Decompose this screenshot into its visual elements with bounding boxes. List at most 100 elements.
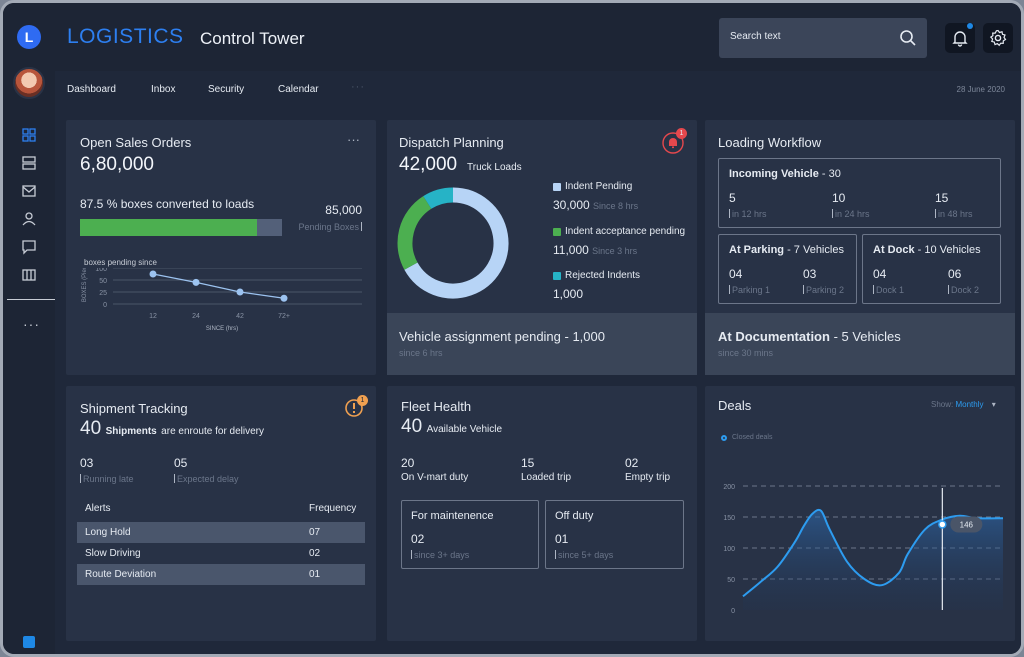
alert-frequency: 02 bbox=[309, 548, 321, 559]
tab-inbox[interactable]: Inbox bbox=[151, 84, 175, 95]
label-marker bbox=[411, 550, 412, 559]
legend-value-wrap: 11,000 Since 3 hrs bbox=[553, 243, 637, 257]
label-marker bbox=[935, 209, 936, 218]
chart-title: boxes pending since bbox=[84, 258, 157, 267]
bell-icon bbox=[952, 31, 968, 47]
columns-icon[interactable] bbox=[21, 267, 37, 283]
incoming-label: Incoming Vehicle bbox=[729, 168, 819, 180]
data-point bbox=[149, 270, 157, 278]
alert-label: Route Deviation bbox=[85, 569, 157, 580]
card-title: Dispatch Planning bbox=[399, 135, 504, 150]
more-menu-button[interactable]: ··· bbox=[347, 132, 360, 147]
vehicle-assignment-sub: since 6 hrs bbox=[399, 348, 443, 358]
tab-dashboard[interactable]: Dashboard bbox=[67, 84, 116, 95]
maintenance-title: For maintenence bbox=[411, 510, 494, 522]
dock-panel: At Dock - 10 Vehicles 04 Dock 1 06 Dock … bbox=[862, 234, 1001, 304]
legend-since: Since 3 hrs bbox=[592, 246, 638, 256]
incoming-label-wrap: in 12 hrs bbox=[729, 209, 767, 219]
fleet-stat-label: Loaded trip bbox=[521, 472, 572, 483]
legend-since: Since 8 hrs bbox=[593, 201, 639, 211]
shipment-count-line: 40 Shipments are enroute for delivery bbox=[80, 418, 264, 440]
dock-label-wrap: Dock 1 bbox=[873, 285, 904, 295]
chevron-down-icon: ▾ bbox=[991, 400, 996, 409]
card-title: Open Sales Orders bbox=[80, 135, 192, 150]
show-label: Show: bbox=[931, 400, 954, 409]
nav-more-button[interactable]: ··· bbox=[351, 81, 365, 93]
mail-icon[interactable] bbox=[21, 183, 37, 199]
dock-value: 06 bbox=[948, 267, 962, 281]
off-duty-sub: since 5+ days bbox=[558, 550, 614, 560]
tab-calendar[interactable]: Calendar bbox=[278, 84, 319, 95]
off-duty-title: Off duty bbox=[555, 510, 594, 522]
incoming-count: 30 bbox=[828, 168, 841, 180]
header: LOGISTICS Control Tower Search text bbox=[55, 3, 1021, 71]
legend-swatch-rejected bbox=[553, 272, 561, 280]
parking-value: 03 bbox=[803, 267, 817, 281]
off-duty-value: 01 bbox=[555, 532, 569, 546]
frequency-column-header: Frequency bbox=[309, 503, 357, 514]
sidebar-divider bbox=[7, 299, 55, 300]
parking-label-wrap: Parking 2 bbox=[803, 285, 844, 295]
y-tick-label: 0 bbox=[731, 608, 735, 615]
incoming-sublabel: in 24 hrs bbox=[835, 209, 870, 219]
maintenance-sub-wrap: since 3+ days bbox=[411, 550, 469, 560]
fleet-stat-label: On V-mart duty bbox=[401, 472, 469, 483]
alert-frequency: 07 bbox=[309, 527, 321, 538]
app-logo[interactable]: L bbox=[17, 25, 41, 49]
conversion-progress-fill bbox=[80, 219, 257, 236]
settings-button[interactable] bbox=[983, 23, 1013, 53]
y-tick-label: 100 bbox=[723, 546, 735, 553]
y-tick-label: 100 bbox=[95, 268, 107, 273]
parking-label: At Parking bbox=[729, 244, 785, 256]
search-icon[interactable] bbox=[899, 29, 917, 47]
dock-sublabel: Dock 1 bbox=[876, 285, 905, 295]
period-selector[interactable]: Show: Monthly ▾ bbox=[931, 400, 996, 409]
search-box[interactable]: Search text bbox=[719, 18, 927, 58]
incoming-value: 10 bbox=[832, 191, 846, 205]
app-window: L ··· LOGISTICS Control Tower Search tex… bbox=[0, 0, 1024, 657]
page-title: Control Tower bbox=[200, 29, 305, 48]
documentation-count: 5 Vehicles bbox=[841, 329, 901, 344]
maintenance-sub: since 3+ days bbox=[414, 550, 470, 560]
label-marker bbox=[803, 285, 804, 294]
label-marker bbox=[948, 285, 949, 294]
sidebar-more-button[interactable]: ··· bbox=[23, 316, 40, 332]
fleet-stat-value: 15 bbox=[521, 456, 535, 470]
search-input[interactable]: Search text bbox=[730, 31, 781, 42]
table-row[interactable]: Slow Driving 02 bbox=[77, 543, 365, 564]
running-late-label: Running late bbox=[83, 474, 134, 484]
alerts-column-header: Alerts bbox=[85, 503, 111, 514]
fleet-stat-value: 02 bbox=[625, 456, 639, 470]
warning-badge: 1 bbox=[357, 395, 368, 406]
notifications-button[interactable] bbox=[945, 23, 975, 53]
user-icon[interactable] bbox=[21, 211, 37, 227]
documentation-sub: since 30 mins bbox=[718, 348, 774, 358]
label-marker bbox=[729, 285, 730, 294]
dashboard-content: Open Sales Orders ··· 6,80,000 87.5 % bo… bbox=[55, 109, 1021, 654]
expected-delay-wrap: Expected delay bbox=[174, 474, 239, 484]
y-axis-label: BOXES (Pieces) bbox=[82, 268, 88, 302]
legend-swatch-indent-acceptance bbox=[553, 228, 561, 236]
label-marker bbox=[555, 550, 556, 559]
user-avatar[interactable] bbox=[13, 67, 45, 99]
parking-value: 04 bbox=[729, 267, 743, 281]
table-row[interactable]: Route Deviation 01 bbox=[77, 564, 365, 585]
incoming-vehicle-panel: Incoming Vehicle - 30 5 in 12 hrs 10 in … bbox=[718, 158, 1001, 228]
dashboard-icon[interactable] bbox=[21, 127, 37, 143]
data-point bbox=[192, 278, 200, 286]
collapse-icon[interactable] bbox=[23, 636, 35, 648]
table-row[interactable]: Long Hold 07 bbox=[77, 522, 365, 543]
tab-security[interactable]: Security bbox=[208, 84, 244, 95]
legend-label: Closed deals bbox=[732, 434, 773, 441]
list-icon[interactable] bbox=[21, 155, 37, 171]
truck-load-unit: Truck Loads bbox=[467, 162, 522, 173]
gear-icon bbox=[989, 29, 1007, 47]
vehicle-assignment-panel: Vehicle assignment pending - 1,000 since… bbox=[387, 313, 697, 375]
donut-slice bbox=[423, 187, 454, 210]
incoming-sublabel: in 48 hrs bbox=[938, 209, 973, 219]
label-marker bbox=[873, 285, 874, 294]
incoming-label-wrap: in 24 hrs bbox=[832, 209, 870, 219]
legend-label: Rejected Indents bbox=[565, 270, 641, 281]
chat-icon[interactable] bbox=[21, 239, 37, 255]
label-marker bbox=[80, 474, 81, 483]
